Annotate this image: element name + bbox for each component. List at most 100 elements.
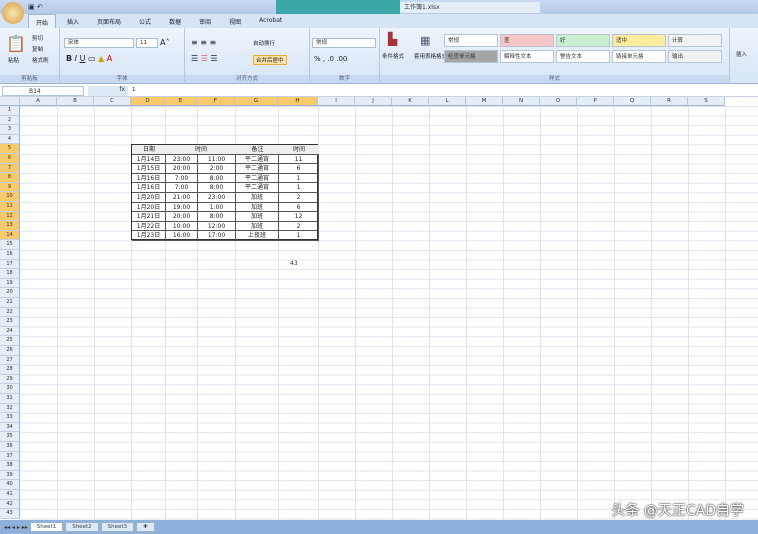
- row-header[interactable]: 22: [0, 307, 20, 318]
- row-header[interactable]: 25: [0, 336, 20, 346]
- tab-5[interactable]: 审阅: [192, 14, 218, 28]
- row-header[interactable]: 34: [0, 422, 20, 433]
- copy-button[interactable]: 复制: [32, 45, 43, 53]
- table-cell[interactable]: 7:00: [166, 183, 198, 193]
- save-icon[interactable]: ▣: [28, 3, 35, 11]
- table-cell[interactable]: 2: [279, 221, 319, 232]
- insert-button[interactable]: 插入: [736, 50, 747, 58]
- conditional-format-icon[interactable]: ▙: [388, 32, 397, 46]
- style-3[interactable]: 适中: [612, 34, 666, 47]
- row-header[interactable]: 13: [0, 221, 20, 231]
- row-header[interactable]: 1: [0, 106, 20, 116]
- style-1[interactable]: 差: [500, 34, 554, 47]
- column-header-K[interactable]: K: [392, 97, 429, 106]
- table-cell[interactable]: 2:00: [198, 164, 236, 174]
- column-header-F[interactable]: F: [197, 97, 235, 106]
- sheet-tab[interactable]: Sheet3: [100, 522, 135, 532]
- row-header[interactable]: 3: [0, 125, 20, 135]
- align-icons-2[interactable]: ☰ ☰ ☰: [191, 54, 218, 63]
- table-cell[interactable]: 1月22日: [132, 221, 166, 232]
- column-header-L[interactable]: L: [429, 97, 466, 106]
- quick-access-toolbar[interactable]: ▣ ↶: [28, 3, 43, 11]
- table-cell[interactable]: 1:00: [198, 202, 236, 213]
- column-header-H[interactable]: H: [278, 97, 318, 106]
- tab-4[interactable]: 数据: [162, 14, 188, 28]
- table-format-icon[interactable]: ▦: [420, 34, 430, 47]
- table-cell[interactable]: 8:00: [198, 212, 236, 222]
- row-header[interactable]: 12: [0, 211, 20, 222]
- sum-cell[interactable]: 43: [290, 260, 298, 267]
- row-header[interactable]: 31: [0, 394, 20, 404]
- table-cell[interactable]: 23:00: [166, 154, 198, 165]
- table-cell[interactable]: 21:00: [166, 193, 198, 203]
- table-cell[interactable]: 1月14日: [132, 154, 166, 165]
- column-header-J[interactable]: J: [355, 97, 392, 106]
- format-painter-button[interactable]: 格式刷: [32, 56, 49, 64]
- row-header[interactable]: 24: [0, 326, 20, 337]
- table-cell[interactable]: 20:00: [166, 164, 198, 174]
- table-cell[interactable]: 2: [279, 193, 319, 203]
- table-cell[interactable]: 1月15日: [132, 164, 166, 174]
- row-header[interactable]: 43: [0, 509, 20, 519]
- office-button[interactable]: [2, 2, 24, 24]
- style-9[interactable]: 输出: [668, 50, 722, 63]
- formula-input[interactable]: 1: [132, 87, 136, 93]
- merge-center-button[interactable]: 合并后居中: [253, 55, 287, 65]
- tab-2[interactable]: 页面布局: [90, 14, 128, 28]
- style-0[interactable]: 常规: [444, 34, 498, 47]
- table-cell[interactable]: 平二通宵: [236, 164, 279, 174]
- paste-icon[interactable]: 📋: [6, 34, 26, 53]
- table-cell[interactable]: 12:00: [198, 221, 236, 232]
- align-icons[interactable]: ≡ ≡ ≡: [191, 38, 216, 47]
- style-5[interactable]: 检查单元格: [444, 50, 498, 63]
- sheet-tab[interactable]: Sheet2: [65, 522, 99, 532]
- table-cell[interactable]: 加班: [236, 221, 279, 232]
- row-header[interactable]: 32: [0, 403, 20, 414]
- column-header-Q[interactable]: Q: [614, 97, 651, 106]
- table-cell[interactable]: 11:00: [198, 154, 236, 165]
- row-header[interactable]: 17: [0, 259, 20, 270]
- column-header-O[interactable]: O: [540, 97, 577, 106]
- table-cell[interactable]: 11: [279, 154, 319, 165]
- row-header[interactable]: 39: [0, 470, 20, 481]
- column-header-C[interactable]: C: [94, 97, 131, 106]
- table-cell[interactable]: 8:00: [198, 173, 236, 184]
- column-header-M[interactable]: M: [466, 97, 503, 106]
- table-cell[interactable]: 平二通宵: [236, 183, 279, 193]
- table-cell[interactable]: 上夜班: [236, 231, 279, 241]
- row-header[interactable]: 23: [0, 317, 20, 327]
- column-header-I[interactable]: I: [318, 97, 355, 106]
- tab-0[interactable]: 开始: [28, 14, 57, 28]
- table-cell[interactable]: 1: [279, 183, 319, 193]
- row-header[interactable]: 7: [0, 163, 20, 174]
- row-header[interactable]: 30: [0, 384, 20, 394]
- sheet-tab[interactable]: Sheet1: [29, 522, 64, 532]
- row-header[interactable]: 40: [0, 480, 20, 490]
- font-name-select[interactable]: 宋体: [64, 38, 134, 48]
- table-cell[interactable]: 1月21日: [132, 212, 166, 222]
- table-cell[interactable]: 16:00: [166, 231, 198, 241]
- font-size-select[interactable]: 11: [136, 38, 158, 48]
- table-cell[interactable]: 6: [279, 164, 319, 174]
- undo-icon[interactable]: ↶: [37, 3, 43, 11]
- number-format-select[interactable]: 常规: [312, 38, 376, 48]
- style-8[interactable]: 链接单元格: [612, 50, 666, 63]
- style-6[interactable]: 解释性文本: [500, 50, 554, 63]
- row-header[interactable]: 33: [0, 413, 20, 423]
- table-cell[interactable]: 1月20日: [132, 202, 166, 213]
- cut-button[interactable]: 剪切: [32, 34, 43, 42]
- fx-button[interactable]: fx: [88, 86, 128, 96]
- table-cell[interactable]: 平二通宵: [236, 173, 279, 184]
- row-header[interactable]: 28: [0, 365, 20, 375]
- row-header[interactable]: 6: [0, 154, 20, 164]
- table-cell[interactable]: 8:00: [198, 183, 236, 193]
- column-header-R[interactable]: R: [651, 97, 688, 106]
- name-box[interactable]: B14: [2, 86, 84, 96]
- row-header[interactable]: 21: [0, 298, 20, 308]
- wrap-text-button[interactable]: 自动换行: [253, 39, 275, 47]
- table-cell[interactable]: 平二通宵: [236, 154, 279, 165]
- table-cell[interactable]: 19:00: [166, 202, 198, 213]
- style-4[interactable]: 计算: [668, 34, 722, 47]
- row-header[interactable]: 26: [0, 346, 20, 356]
- column-header-A[interactable]: A: [20, 97, 57, 106]
